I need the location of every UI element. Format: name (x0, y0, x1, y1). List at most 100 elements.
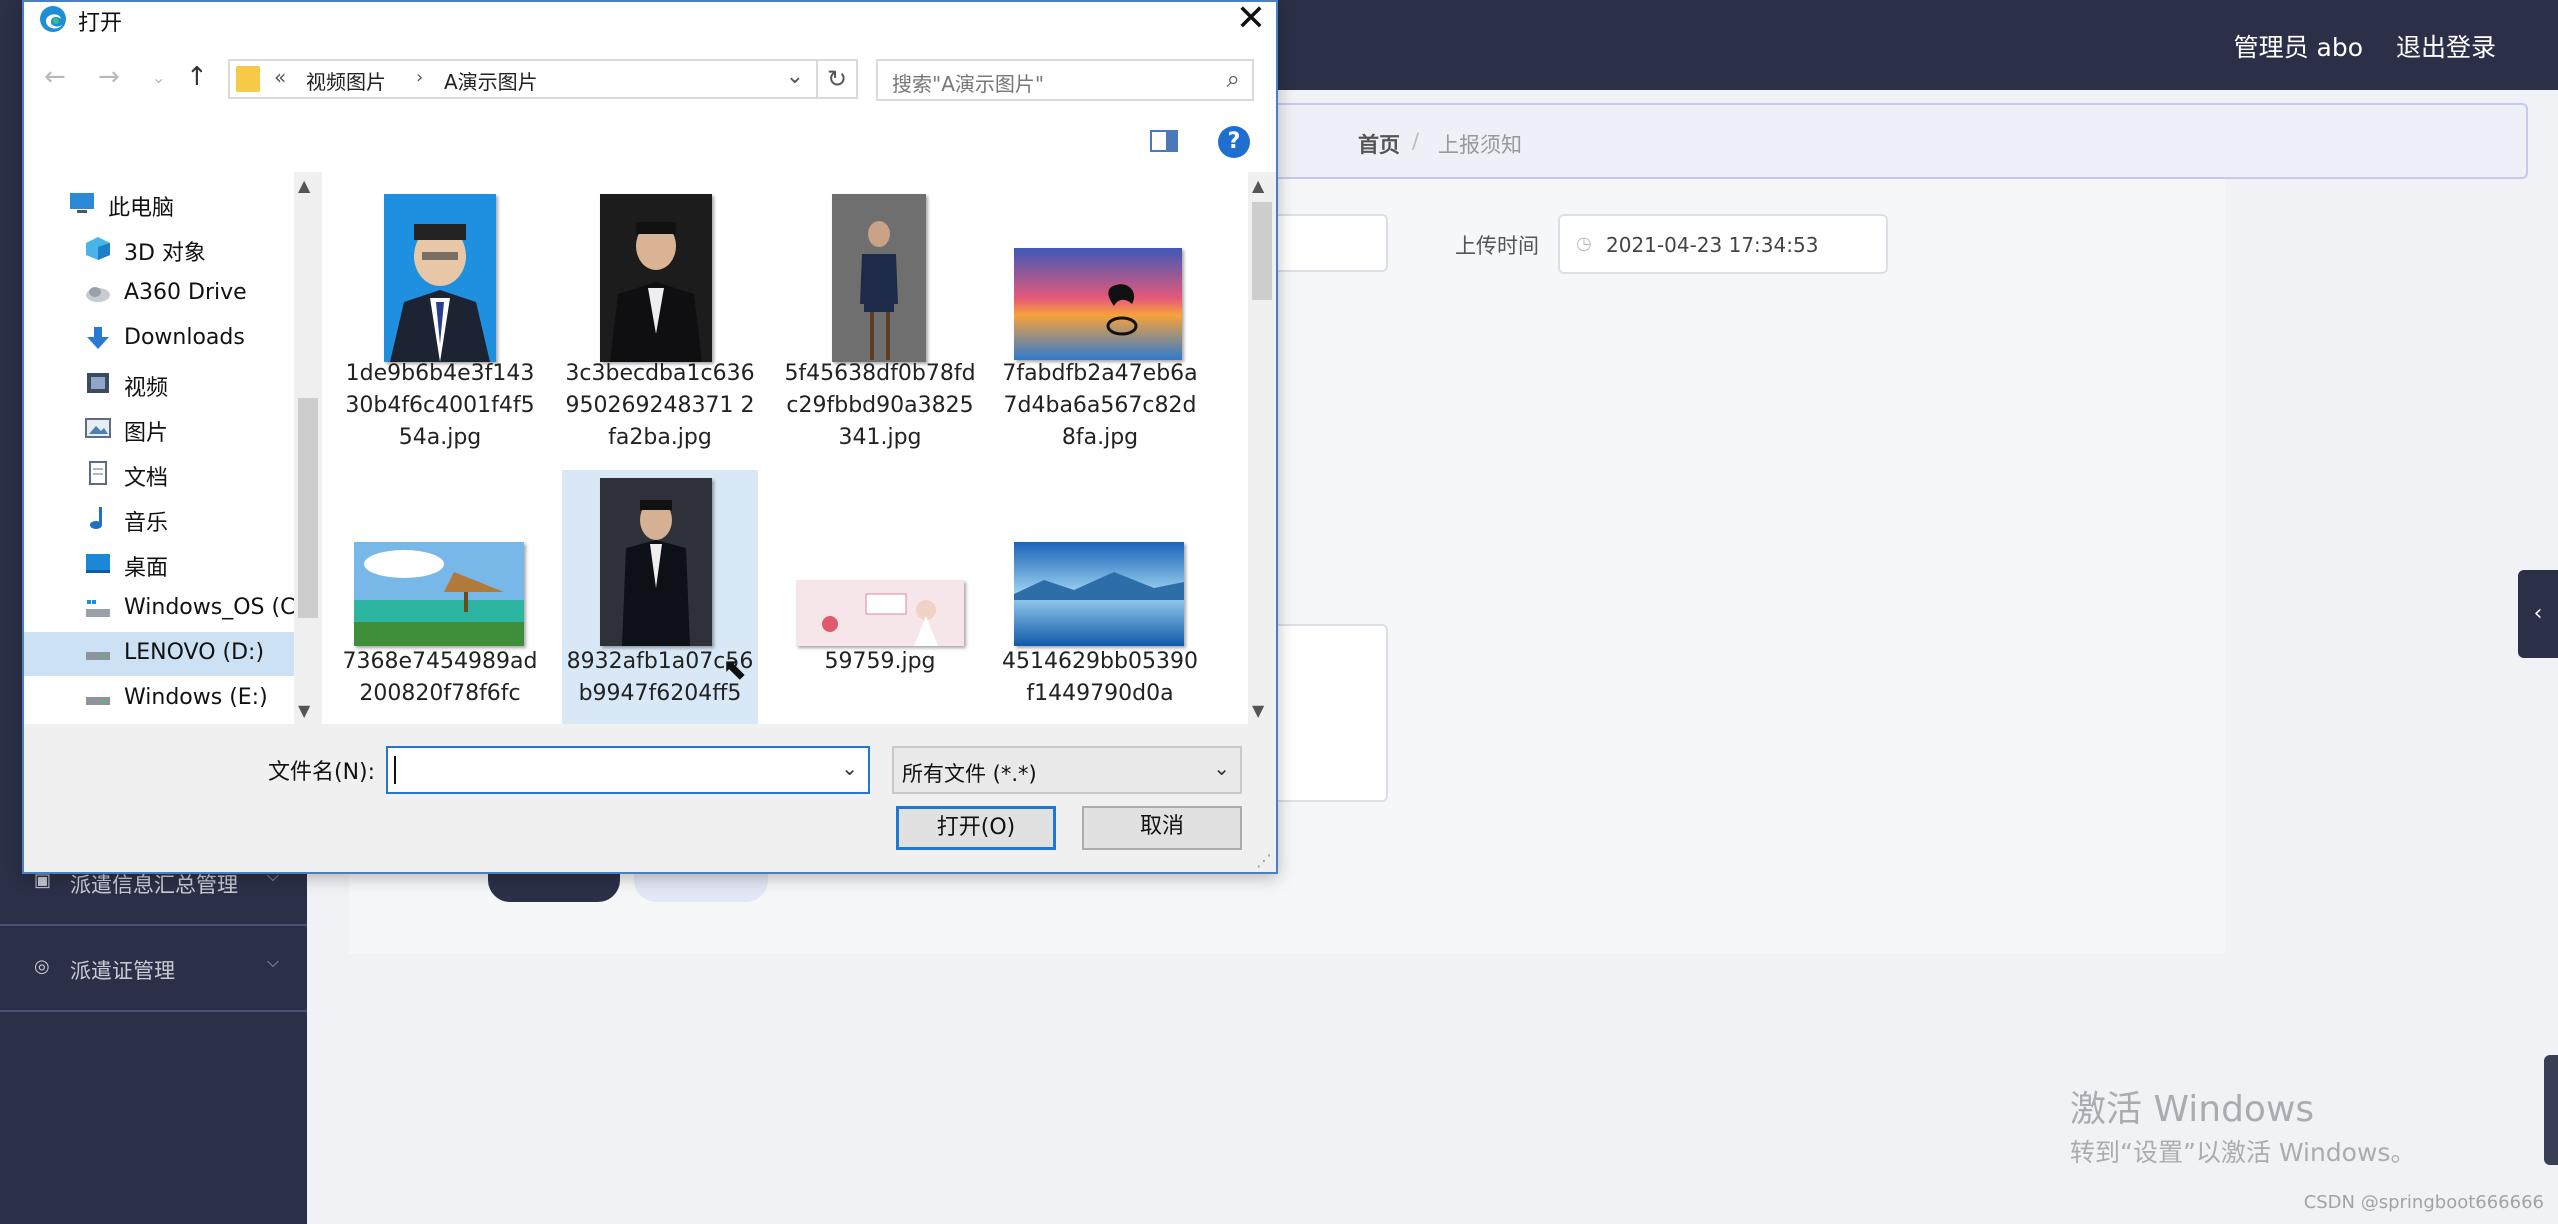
file-name: 7fabdfb2a47eb6a7d4ba6a567c82d8fa.jpg (1002, 361, 1198, 450)
nav-item-a360[interactable]: A360 Drive (24, 272, 294, 316)
sunset-dolphin-thumbnail (1014, 248, 1182, 360)
chevron-down-icon[interactable]: ⌄ (786, 64, 804, 89)
form-textarea-partial[interactable] (1270, 624, 1388, 802)
video-icon (87, 373, 109, 393)
sidebar-item-dispatch-cert[interactable]: ◎ 派遣证管理 ⌵ (0, 926, 307, 1012)
text-caret (394, 756, 396, 784)
scrollbar-thumb[interactable] (1252, 202, 1272, 300)
scroll-down-icon[interactable]: ▼ (1252, 701, 1264, 720)
address-bar[interactable]: « 视频图片 › A演示图片 ⌄ (228, 59, 818, 99)
mouse-cursor-icon: ⬉ (722, 652, 748, 687)
preview-pane-icon[interactable] (1150, 130, 1178, 152)
cancel-button[interactable]: 取消 (1082, 806, 1242, 850)
forward-arrow-icon[interactable]: → (98, 62, 120, 92)
file-item[interactable]: 1de9b6b4e3f14330b4f6c4001f4f554a.jpg (342, 182, 538, 452)
current-user: 管理员 abo (2233, 33, 2363, 62)
chevron-down-icon[interactable]: ⌄ (841, 756, 858, 780)
dialog-toolbar: ? (24, 114, 1276, 170)
desktop-icon (86, 554, 110, 573)
music-note-icon (90, 507, 102, 529)
refresh-icon[interactable]: ↻ (818, 59, 858, 99)
address-segment[interactable]: A演示图片 (444, 66, 538, 95)
search-icon: ⌕ (1226, 65, 1240, 93)
search-input[interactable]: 搜索"A演示图片" ⌕ (876, 59, 1254, 101)
chevron-left-icon[interactable]: ‹ (2518, 570, 2558, 658)
file-item[interactable]: 7368e7454989ad200820f78f6fc (342, 470, 538, 724)
nav-item-label: 文档 (124, 466, 169, 491)
scrollbar-thumb[interactable] (298, 398, 318, 618)
nav-item-label: 视频 (124, 376, 169, 401)
up-arrow-icon[interactable]: ↑ (186, 62, 208, 92)
document-icon (89, 461, 107, 485)
nav-item-label: 3D 对象 (124, 241, 206, 266)
portrait-dark-thumbnail (600, 194, 712, 362)
address-overflow[interactable]: « (274, 65, 286, 89)
chevron-down-icon[interactable]: ⌄ (1213, 756, 1230, 780)
compass-icon: ◎ (34, 956, 50, 977)
open-button[interactable]: 打开(O) (896, 806, 1056, 850)
logout-link[interactable]: 退出登录 (2396, 28, 2496, 64)
form-input-partial[interactable] (1270, 214, 1388, 272)
scroll-down-icon[interactable]: ▼ (298, 701, 310, 720)
nav-item-3d-objects[interactable]: 3D 对象 (24, 227, 294, 271)
address-segment[interactable]: 视频图片 (306, 66, 386, 95)
open-file-dialog: 打开 ✕ ← → ⌄ ↑ « 视频图片 › A演示图片 ⌄ ↻ 搜索"A演示图片… (22, 0, 1278, 874)
upload-time-field[interactable]: ◷ 2021-04-23 17:34:53 (1558, 214, 1888, 274)
filetype-select[interactable]: 所有文件 (*.*) ⌄ (892, 746, 1242, 794)
resize-grip-icon[interactable]: ⋰ (1256, 851, 1272, 870)
nav-item-downloads[interactable]: Downloads (24, 317, 294, 361)
file-name: 4514629bb05390f1449790d0a (1002, 649, 1198, 706)
breadcrumb-current: 上报须知 (1438, 133, 1522, 157)
file-name: 5f45638df0b78fdc29fbbd90a3825341.jpg (784, 361, 976, 450)
nav-item-videos[interactable]: 视频 (24, 362, 294, 406)
drive-c-icon (86, 600, 110, 617)
file-item[interactable]: 59759.jpg (782, 470, 978, 724)
filename-input[interactable]: ⌄ (386, 746, 870, 794)
file-item[interactable]: 7fabdfb2a47eb6a7d4ba6a567c82d8fa.jpg (1002, 182, 1198, 452)
chevron-right-icon[interactable]: › (416, 67, 423, 88)
help-icon[interactable]: ? (1218, 126, 1250, 158)
file-item[interactable]: 3c3becdba1c636950269248371 2fa2ba.jpg (562, 182, 758, 452)
nav-item-label: 桌面 (124, 556, 169, 581)
breadcrumb-home[interactable]: 首页 (1358, 129, 1400, 159)
file-name: 7368e7454989ad200820f78f6fc (342, 649, 538, 706)
back-arrow-icon[interactable]: ← (44, 62, 66, 92)
portrait-suit-thumbnail (600, 478, 712, 646)
csdn-watermark: CSDN @springboot666666 (2303, 1192, 2544, 1213)
scroll-up-icon[interactable]: ▲ (1252, 176, 1264, 195)
edge-widget[interactable] (2544, 1055, 2558, 1165)
nav-item-documents[interactable]: 文档 (24, 452, 294, 496)
nav-item-label: A360 Drive (124, 280, 247, 305)
lake-mountains-thumbnail (1014, 542, 1184, 646)
portrait-blue-thumbnail (384, 194, 496, 362)
nav-item-label: Windows (E:) (124, 685, 268, 710)
file-list-scrollbar[interactable]: ▲ ▼ (1248, 172, 1276, 724)
breadcrumb-separator: / (1412, 129, 1420, 153)
scroll-up-icon[interactable]: ▲ (298, 176, 310, 195)
nav-item-drive-c[interactable]: Windows_OS (C (24, 587, 295, 631)
nav-item-drive-e[interactable]: Windows (E:) (24, 677, 294, 721)
file-item[interactable]: 4514629bb05390f1449790d0a (1002, 470, 1198, 724)
nav-item-this-pc[interactable]: 此电脑 (24, 182, 294, 226)
nav-item-desktop[interactable]: 桌面 (24, 542, 294, 586)
nav-pane-scrollbar[interactable]: ▲ ▼ (294, 172, 322, 724)
nav-item-pictures[interactable]: 图片 (24, 407, 294, 451)
file-item[interactable]: 5f45638df0b78fdc29fbbd90a3825341.jpg (782, 182, 978, 452)
dialog-footer: 文件名(N): ⌄ 所有文件 (*.*) ⌄ 打开(O) 取消 ⋰ (24, 724, 1276, 872)
nav-item-label: LENOVO (D:) (124, 640, 265, 665)
drive-d-icon (86, 652, 110, 660)
wedding-banner-thumbnail (796, 580, 964, 646)
dialog-titlebar[interactable]: 打开 ✕ (24, 0, 1276, 39)
upload-time-value: 2021-04-23 17:34:53 (1606, 233, 1819, 257)
close-icon[interactable]: ✕ (1236, 0, 1266, 39)
drive-e-icon (86, 697, 110, 705)
nav-item-music[interactable]: 音乐 (24, 497, 294, 541)
nav-item-drive-d[interactable]: LENOVO (D:) (24, 632, 294, 676)
filetype-value: 所有文件 (*.*) (902, 762, 1037, 786)
file-name: 1de9b6b4e3f14330b4f6c4001f4f554a.jpg (345, 361, 535, 450)
navigation-pane: 此电脑 3D 对象 A360 Drive Downloads 视频 图片 文档 (24, 172, 314, 724)
clipboard-icon: ▣ (34, 870, 52, 891)
recent-dropdown-icon[interactable]: ⌄ (152, 68, 165, 87)
clock-icon: ◷ (1576, 233, 1592, 254)
activate-windows-title: 激活 Windows (2070, 1089, 2315, 1130)
